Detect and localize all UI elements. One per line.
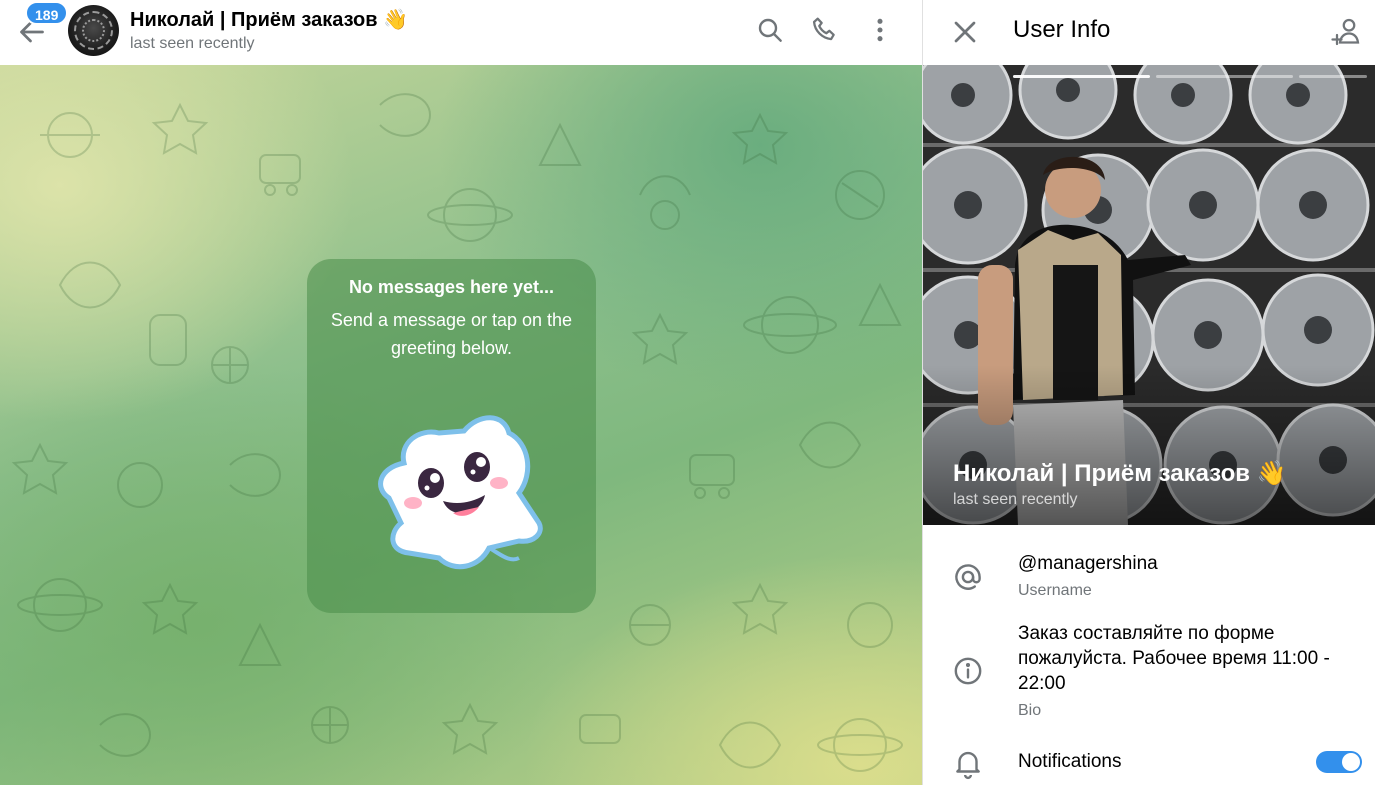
info-title: User Info [1013,16,1111,43]
info-header: User Info [923,0,1375,65]
empty-state-title: No messages here yet... [348,277,555,297]
notifications-toggle[interactable] [1316,751,1362,773]
close-button[interactable] [947,14,983,50]
search-button[interactable] [754,14,786,46]
call-button[interactable] [809,14,841,46]
username-label: Username [1018,582,1092,599]
add-user-icon [1331,18,1360,46]
profile-status: last seen recently [953,491,1078,508]
unread-count-badge: 189 [25,1,69,25]
photo-progress-segment [1156,75,1293,78]
photo-progress-segment [1299,75,1367,78]
chat-status: last seen recently [130,35,255,52]
bell-icon [951,746,985,780]
close-icon [954,21,976,43]
chat-title[interactable]: Николай | Приём заказов 👋 [130,7,408,32]
phone-icon [812,17,835,41]
profile-name: Николай | Приём заказов 👋 [953,460,1287,487]
avatar-ring-inner [82,19,105,42]
greeting-sticker[interactable] [369,403,549,583]
sticker-eye-right [464,452,490,482]
chat-header: 189 Николай | Приём заказов 👋 last seen … [0,0,922,65]
user-info-panel: User Info Николай | Приём заказов 👋 last… [923,0,1375,785]
search-icon [758,18,782,42]
empty-state-text: Send a message or tap on the greeting be… [330,310,573,358]
bio-row[interactable]: Заказ составляйте по форме пожалуйста. Р… [923,618,1375,728]
bio-value: Заказ составляйте по форме пожалуйста. Р… [1018,623,1330,694]
notifications-label: Notifications [1018,751,1122,772]
chat-background: No messages here yet... Send a message o… [0,65,922,785]
chat-panel: 189 Николай | Приём заказов 👋 last seen … [0,0,922,785]
info-icon [951,654,985,688]
username-value: @managershina [1018,553,1158,574]
chat-avatar[interactable] [68,5,119,56]
toggle-knob [1342,753,1360,771]
photo-progress-active [1013,75,1150,78]
at-sign-icon [951,560,985,594]
add-contact-button[interactable] [1328,14,1364,50]
profile-photo[interactable]: Николай | Приём заказов 👋 last seen rece… [923,65,1375,525]
notifications-row[interactable]: Notifications [923,738,1375,785]
sticker-eye-left [418,468,444,498]
more-vertical-icon [877,18,883,42]
empty-chat-card: No messages here yet... Send a message o… [307,259,596,613]
bio-label: Bio [1018,702,1042,719]
username-row[interactable]: @managershina Username [923,548,1375,608]
more-button[interactable] [864,14,896,46]
sticker-body [378,415,543,570]
